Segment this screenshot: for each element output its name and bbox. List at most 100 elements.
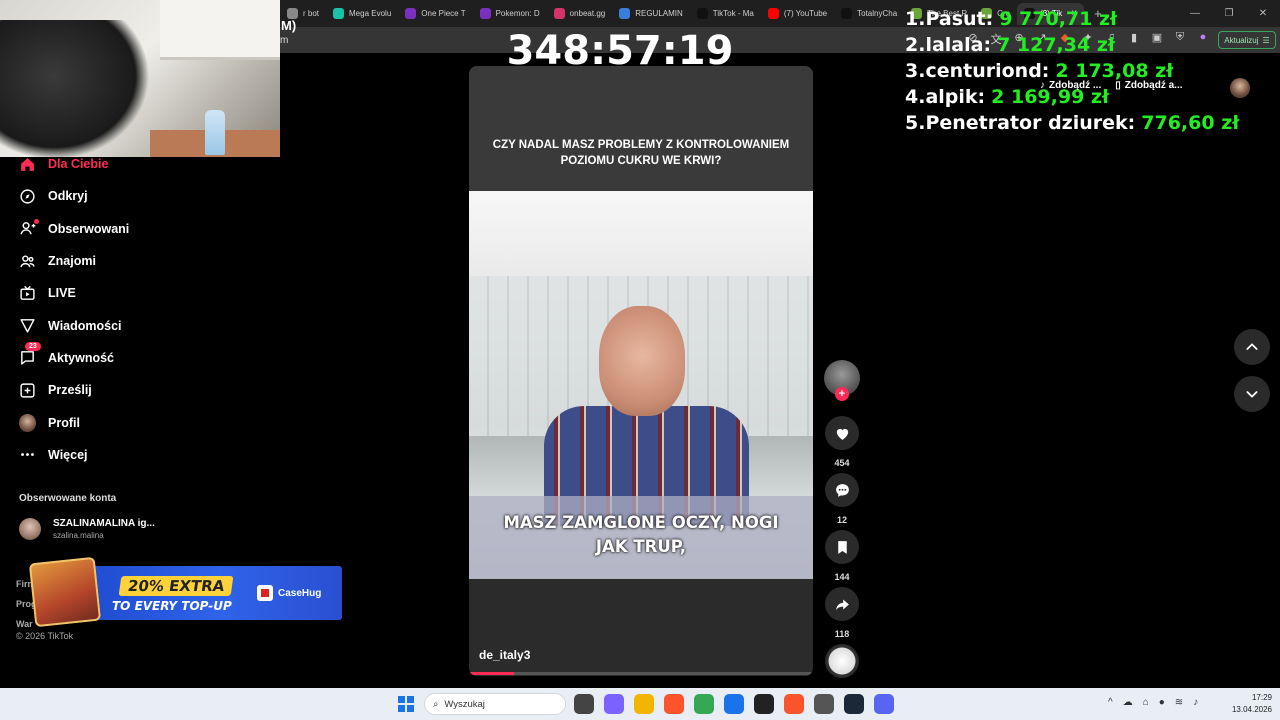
more-icon <box>19 446 36 463</box>
ad-banner[interactable]: 20% EXTRA TO EVERY TOP-UP CaseHug <box>28 556 342 628</box>
browser-tab[interactable]: Mega Evolu <box>326 3 398 25</box>
music-disc-icon[interactable] <box>825 644 859 678</box>
tab-label: TikTok - Ma <box>712 9 754 18</box>
leaderboard-rank: 2. <box>905 34 926 56</box>
compass-icon <box>19 188 36 205</box>
video-player[interactable]: CZY NADAL MASZ PROBLEMY Z KONTROLOWANIEM… <box>469 66 813 676</box>
sidebar-item-more[interactable]: Więcej <box>0 439 200 471</box>
ad-subline: TO EVERY TOP-UP <box>112 599 232 613</box>
taskbar-clock[interactable]: 17:29 13.04.2026 <box>1228 692 1272 716</box>
ad-headline: 20% EXTRA <box>118 576 234 596</box>
wifi-icon[interactable]: ≋ <box>1175 697 1183 708</box>
comment-icon <box>825 473 859 507</box>
caption-line: JAK TRUP, <box>595 537 687 556</box>
sidebar-item-home[interactable]: Dla Ciebie <box>0 148 200 180</box>
browser-tab[interactable]: REGULAMIN <box>612 3 690 25</box>
cloud-icon[interactable]: ☁ <box>1123 697 1133 708</box>
tab-favicon-icon <box>696 8 708 19</box>
video-frame: MASZ ZAMGLONE OCZY, NOGI JAK TRUP, <box>469 191 813 579</box>
sidebar-item-messages[interactable]: Wiadomości <box>0 309 200 341</box>
sidebar-item-label: Prześlij <box>48 383 92 398</box>
chevron-up-icon <box>1246 343 1258 350</box>
video-progress-bar[interactable] <box>469 672 813 675</box>
browser-tab[interactable]: Pokemon: D <box>473 3 547 25</box>
sidebar-item-friends[interactable]: Znajomi <box>0 245 200 277</box>
sidebar-item-label: Odkryj <box>48 189 88 204</box>
close-window-button[interactable]: ✕ <box>1246 8 1280 19</box>
tab-label: Pokemon: D <box>495 9 540 18</box>
tab-favicon-icon <box>479 8 491 19</box>
sidebar-item-upload[interactable]: Prześlij <box>0 374 200 406</box>
tab-label: Mega Evolu <box>349 9 392 18</box>
chrome-icon[interactable] <box>694 694 714 714</box>
epic-icon[interactable] <box>754 694 774 714</box>
windows-taskbar: ⌕ Wyszukaj ^ ☁ ⌂ ● ≋ ♪ 17:29 13.04.2026 <box>0 688 1280 720</box>
comment-count: 12 <box>836 515 847 525</box>
sidebar-item-following[interactable]: Obserwowani <box>0 213 200 245</box>
browser-tab[interactable]: TotalnyCha <box>834 3 904 25</box>
windows-start-icon[interactable] <box>398 696 414 712</box>
sidebar-nav: Dla Ciebie Odkryj Obserwowani Znajomi LIVE Wi… <box>0 148 200 471</box>
like-action[interactable]: 454 <box>824 416 860 468</box>
taskbar-search[interactable]: ⌕ Wyszukaj <box>424 693 566 715</box>
previous-video-button[interactable] <box>1234 329 1270 365</box>
share-arrow-icon <box>825 587 859 621</box>
leaderboard-row: 5. Penetrator dziurek: 776,60 zł <box>905 112 1239 138</box>
upload-icon <box>19 382 36 399</box>
address-bar[interactable]: m <box>280 35 288 46</box>
download-link-1[interactable]: ♪ Zdobądź ... <box>1040 80 1101 91</box>
tab-favicon-icon <box>553 8 565 19</box>
store-icon[interactable] <box>724 694 744 714</box>
browser-tab[interactable]: (7) YouTube <box>761 3 834 25</box>
brave-beta-icon[interactable] <box>784 694 804 714</box>
calculator-icon[interactable] <box>814 694 834 714</box>
tab-label: REGULAMIN <box>635 9 683 18</box>
heart-icon <box>825 416 859 450</box>
tab-label: r bot <box>303 9 320 18</box>
sidebar-item-profile[interactable]: Profil <box>0 406 200 438</box>
sidebar-item-live[interactable]: LIVE <box>0 277 200 309</box>
share-count: 118 <box>834 629 850 639</box>
sidebar-item-activity[interactable]: Aktywność 23 <box>0 341 200 374</box>
network-icon[interactable]: ⌂ <box>1143 697 1149 708</box>
user-avatar[interactable] <box>1230 78 1250 98</box>
copilot-icon[interactable] <box>604 694 624 714</box>
sidebar-item-label: Znajomi <box>48 254 96 269</box>
steam-icon[interactable] <box>844 694 864 714</box>
video-progress-fill <box>469 672 514 675</box>
discord-icon[interactable] <box>874 694 894 714</box>
video-question-panel: CZY NADAL MASZ PROBLEMY Z KONTROLOWANIEM… <box>469 66 813 191</box>
leaderboard-rank: 5. <box>905 112 926 134</box>
comment-action[interactable]: 12 <box>824 473 860 525</box>
taskbar-apps <box>574 694 894 714</box>
notification-badge: 23 <box>25 341 41 351</box>
tray-chevron-icon[interactable]: ^ <box>1108 697 1113 708</box>
browser-tab[interactable]: onbeat.gg <box>547 3 613 25</box>
share-action[interactable]: 118 <box>824 587 860 639</box>
task-view-icon[interactable] <box>574 694 594 714</box>
video-author[interactable]: de_italy3 <box>479 648 530 662</box>
file-explorer-icon[interactable] <box>634 694 654 714</box>
webcam-shelf <box>160 0 280 60</box>
next-video-button[interactable] <box>1234 376 1270 412</box>
download-link-1-label: Zdobądź ... <box>1049 80 1102 91</box>
volume-icon[interactable]: ♪ <box>1193 697 1198 708</box>
followed-account[interactable]: SZALINAMALINA ig... szalina.malina <box>19 518 155 540</box>
follow-button[interactable]: + <box>835 387 849 401</box>
leaderboard-amount: 9 770,71 zł <box>999 8 1118 30</box>
mic-icon[interactable]: ● <box>1159 697 1165 708</box>
tab-favicon-icon <box>841 8 853 19</box>
save-action[interactable]: 144 <box>824 530 860 582</box>
donation-leaderboard: 1. Pasut: 9 770,71 zł 2. lalala: 7 127,34 zł 3… <box>905 8 1239 138</box>
followed-account-handle: szalina.malina <box>53 531 104 540</box>
tab-favicon-icon <box>405 8 417 19</box>
sidebar-item-compass[interactable]: Odkryj <box>0 180 200 212</box>
leaderboard-name: alpik: <box>925 86 986 108</box>
followed-accounts-title: Obserwowane konta <box>19 493 117 504</box>
menu-icon: ☰ <box>1262 35 1270 45</box>
download-link-2[interactable]: ▯ Zdobądź a... <box>1115 80 1182 91</box>
browser-tab[interactable]: One Piece T <box>398 3 472 25</box>
brave-icon[interactable] <box>664 694 684 714</box>
sidebar-item-label: LIVE <box>48 286 76 301</box>
browser-tab[interactable]: TikTok - Ma <box>690 3 761 25</box>
